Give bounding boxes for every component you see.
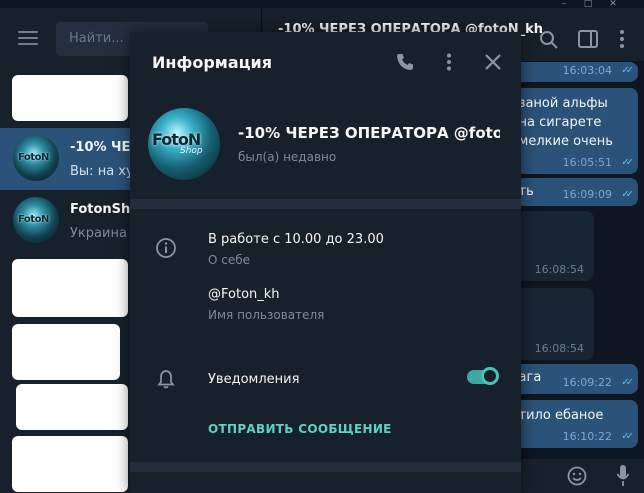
- window-titlebar: – □ ✕: [0, 0, 644, 9]
- more-vertical-icon[interactable]: [439, 52, 459, 72]
- close-icon[interactable]: [483, 52, 503, 72]
- message-time: 16:05:51: [562, 156, 612, 169]
- about-value: В работе с 10.00 до 23.00: [208, 232, 384, 247]
- profile-avatar[interactable]: FotoN Shop: [148, 108, 220, 180]
- redacted-chat-item[interactable]: [12, 436, 128, 492]
- profile-name: -10% ЧЕРЕЗ ОПЕРАТОРА @fotoN_kh: [238, 124, 500, 142]
- chat-preview: Украина: [70, 226, 127, 241]
- info-icon: [156, 238, 176, 258]
- read-check-icon: ✓✓: [621, 431, 634, 442]
- minimize-button[interactable]: –: [557, 0, 571, 9]
- sidebar-toggle-icon[interactable]: [578, 30, 598, 48]
- info-modal: Информация FotoN Shop -10% ЧЕРЕЗ ОПЕРАТО…: [130, 32, 521, 493]
- message-time: 16:08:54: [534, 263, 584, 276]
- search-icon[interactable]: [539, 30, 559, 50]
- section-divider: [130, 199, 521, 209]
- redacted-chat-item[interactable]: [16, 384, 128, 430]
- chat-avatar: FotoN: [13, 135, 59, 181]
- phone-call-icon[interactable]: [395, 52, 415, 72]
- microphone-icon[interactable]: [616, 464, 630, 488]
- send-message-button[interactable]: ОТПРАВИТЬ СООБЩЕНИЕ: [208, 422, 392, 436]
- modal-title: Информация: [152, 53, 272, 72]
- read-check-icon: ✓✓: [621, 157, 634, 168]
- section-divider: [130, 462, 521, 472]
- username-label: Имя пользователя: [208, 308, 325, 322]
- read-check-icon: ✓✓: [621, 65, 634, 76]
- notifications-toggle[interactable]: [467, 367, 499, 385]
- profile-status: был(а) недавно: [238, 150, 337, 164]
- notifications-label: Уведомления: [208, 372, 300, 387]
- redacted-chat-item[interactable]: [12, 324, 120, 380]
- toggle-knob: [481, 367, 499, 385]
- redacted-chat-item[interactable]: [12, 259, 128, 317]
- chat-name: -10% ЧЕРЕЗ ОПЕРАТОРА: [70, 140, 132, 155]
- message-time: 16:10:22: [562, 430, 612, 443]
- emoji-icon[interactable]: [567, 466, 587, 486]
- hamburger-menu-icon[interactable]: [18, 31, 38, 45]
- redacted-chat-item[interactable]: [12, 75, 128, 121]
- read-check-icon: ✓✓: [621, 189, 634, 200]
- message-time: 16:09:22: [562, 376, 612, 389]
- more-vertical-icon[interactable]: [617, 28, 627, 50]
- chat-avatar: FotoN: [13, 197, 59, 243]
- chat-preview: Вы: на хуторе: [70, 164, 132, 179]
- close-window-button[interactable]: ✕: [606, 0, 620, 9]
- maximize-button[interactable]: □: [581, 0, 595, 9]
- read-check-icon: ✓✓: [621, 377, 634, 388]
- about-label: О себе: [208, 253, 251, 267]
- bell-icon: [157, 370, 175, 389]
- search-placeholder: Найти...: [69, 31, 124, 46]
- message-time: 16:03:04: [562, 64, 612, 77]
- message-time: 16:09:09: [562, 188, 612, 201]
- chat-name: FotonShop: [70, 202, 132, 217]
- message-time: 16:08:54: [534, 342, 584, 355]
- username-value[interactable]: @Foton_kh: [208, 287, 280, 302]
- avatar-logo-sub: Shop: [180, 146, 203, 156]
